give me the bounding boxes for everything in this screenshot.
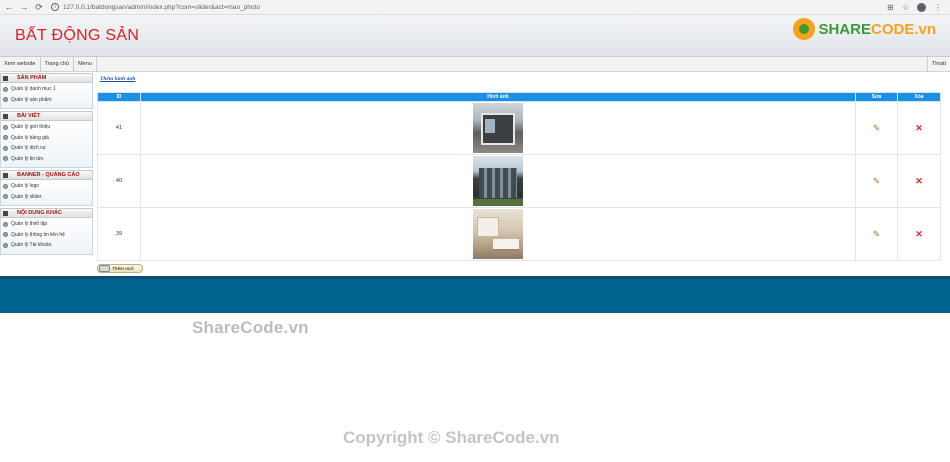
delete-x-icon[interactable]: ✕ xyxy=(915,229,923,240)
section-toggle-icon xyxy=(3,75,8,81)
column-header-delete[interactable]: Xóa xyxy=(897,92,941,102)
sidebar-section-other: NỘI DUNG KHÁC Quản lý thiết lập Quản lý … xyxy=(0,208,93,255)
row-id: 39 xyxy=(97,207,141,261)
star-icon[interactable]: ☆ xyxy=(902,3,909,12)
bullet-icon xyxy=(3,124,8,130)
url-text: 127.0.0.1/batdongsan/admin/index.php?com… xyxy=(63,3,260,11)
bullet-icon xyxy=(3,183,8,189)
sidebar-section-header[interactable]: BANNER - QUẢNG CÁO xyxy=(0,170,93,180)
bullet-icon xyxy=(3,97,8,103)
photo-thumbnail[interactable] xyxy=(473,103,523,153)
sidebar-item-category[interactable]: Quản lý danh mục 1 xyxy=(3,84,92,95)
add-new-button[interactable]: Thêm mới xyxy=(97,264,143,273)
profile-icon[interactable] xyxy=(917,2,926,12)
sidebar-item-accounts[interactable]: Quản lý Tài khoản xyxy=(3,240,92,251)
row-id: 41 xyxy=(97,101,141,155)
edit-pencil-icon[interactable]: ✎ xyxy=(873,229,881,240)
sidebar-item-contact[interactable]: Quản lý thông tin liên hệ xyxy=(3,230,92,241)
menu-view-website[interactable]: Xem website xyxy=(0,56,41,72)
bullet-icon xyxy=(3,156,8,162)
sidebar-section-header[interactable]: BÀI VIẾT xyxy=(0,111,93,121)
bullet-icon xyxy=(3,145,8,151)
sidebar: SẢN PHẨM Quản lý danh mục 1 Quản lý sản … xyxy=(0,73,93,257)
address-bar[interactable]: i 127.0.0.1/batdongsan/admin/index.php?c… xyxy=(51,2,887,13)
bullet-icon xyxy=(3,135,8,141)
back-arrow-icon[interactable]: ← xyxy=(3,1,15,13)
sidebar-section-header[interactable]: SẢN PHẨM xyxy=(0,73,93,83)
row-id: 40 xyxy=(97,154,141,208)
column-header-image[interactable]: Hình ảnh xyxy=(139,92,857,102)
sidebar-item-pricing[interactable]: Quản lý bảng giá xyxy=(3,133,92,144)
edit-pencil-icon[interactable]: ✎ xyxy=(873,176,881,187)
info-icon[interactable]: i xyxy=(51,3,59,11)
add-image-link[interactable]: Thêm hình ảnh xyxy=(100,76,135,82)
photo-thumbnail[interactable] xyxy=(473,156,523,206)
bullet-icon xyxy=(3,194,8,200)
bullet-icon xyxy=(3,232,8,238)
sidebar-item-logo[interactable]: Quản lý logo xyxy=(3,181,92,192)
add-new-icon xyxy=(99,265,110,272)
sidebar-item-about[interactable]: Quản lý giới thiệu xyxy=(3,122,92,133)
browser-toolbar: ← → ⟳ i 127.0.0.1/batdongsan/admin/index… xyxy=(0,0,950,15)
section-toggle-icon xyxy=(3,113,8,119)
edit-pencil-icon[interactable]: ✎ xyxy=(873,123,881,134)
sidebar-section-header[interactable]: NỘI DUNG KHÁC xyxy=(0,208,93,218)
watermark-bottom: Copyright © ShareCode.vn xyxy=(343,428,560,447)
logo-mark-icon xyxy=(793,18,816,40)
photo-thumbnail[interactable] xyxy=(473,209,523,259)
bullet-icon xyxy=(3,242,8,248)
sidebar-item-products[interactable]: Quản lý sản phẩm xyxy=(3,95,92,106)
sidebar-item-settings[interactable]: Quản lý thiết lập xyxy=(3,219,92,230)
site-title: BẤT ĐỘNG SẢN xyxy=(15,27,140,44)
sidebar-item-services[interactable]: Quản lý dịch vụ xyxy=(3,143,92,154)
sharecode-logo: SHARECODE.vn xyxy=(793,18,936,40)
sidebar-section-banner: BANNER - QUẢNG CÁO Quản lý logo Quản lý … xyxy=(0,170,93,206)
table-row: 39 ✎ ✕ xyxy=(97,207,941,261)
translate-icon[interactable]: ⊞ xyxy=(887,3,894,12)
reload-icon[interactable]: ⟳ xyxy=(33,1,45,13)
logo-text: SHARECODE.vn xyxy=(818,20,936,38)
table-row: 41 ✎ ✕ xyxy=(97,101,941,155)
sidebar-section-articles: BÀI VIẾT Quản lý giới thiệu Quản lý bảng… xyxy=(0,111,93,168)
watermark-top: ShareCode.vn xyxy=(192,318,309,337)
more-menu-icon[interactable]: ⋮ xyxy=(934,3,942,12)
menu-menu[interactable]: Menu xyxy=(74,56,97,72)
footer-band xyxy=(0,276,950,313)
sidebar-section-products: SẢN PHẨM Quản lý danh mục 1 Quản lý sản … xyxy=(0,73,93,109)
site-header: BẤT ĐỘNG SẢN SHARECODE.vn xyxy=(0,15,950,57)
column-header-edit[interactable]: Sửa xyxy=(855,92,899,102)
sidebar-item-news[interactable]: Quản lý tin tức xyxy=(3,154,92,165)
table-header-row: ID Hình ảnh Sửa Xóa xyxy=(97,92,941,102)
delete-x-icon[interactable]: ✕ xyxy=(915,176,923,187)
delete-x-icon[interactable]: ✕ xyxy=(915,123,923,134)
menu-home[interactable]: Trang chủ xyxy=(41,56,75,72)
bullet-icon xyxy=(3,86,8,92)
top-menu: Xem website Trang chủ Menu Thoát xyxy=(0,56,950,72)
section-toggle-icon xyxy=(3,172,8,178)
section-toggle-icon xyxy=(3,210,8,216)
photo-table: ID Hình ảnh Sửa Xóa 41 ✎ ✕ 40 ✎ ✕ 39 ✎ ✕ xyxy=(97,92,941,261)
sidebar-item-slider[interactable]: Quản lý slider xyxy=(3,192,92,203)
bullet-icon xyxy=(3,221,8,227)
logout-link[interactable]: Thoát xyxy=(926,56,950,72)
table-row: 40 ✎ ✕ xyxy=(97,154,941,208)
column-header-id[interactable]: ID xyxy=(97,92,141,102)
forward-arrow-icon[interactable]: → xyxy=(18,1,30,13)
